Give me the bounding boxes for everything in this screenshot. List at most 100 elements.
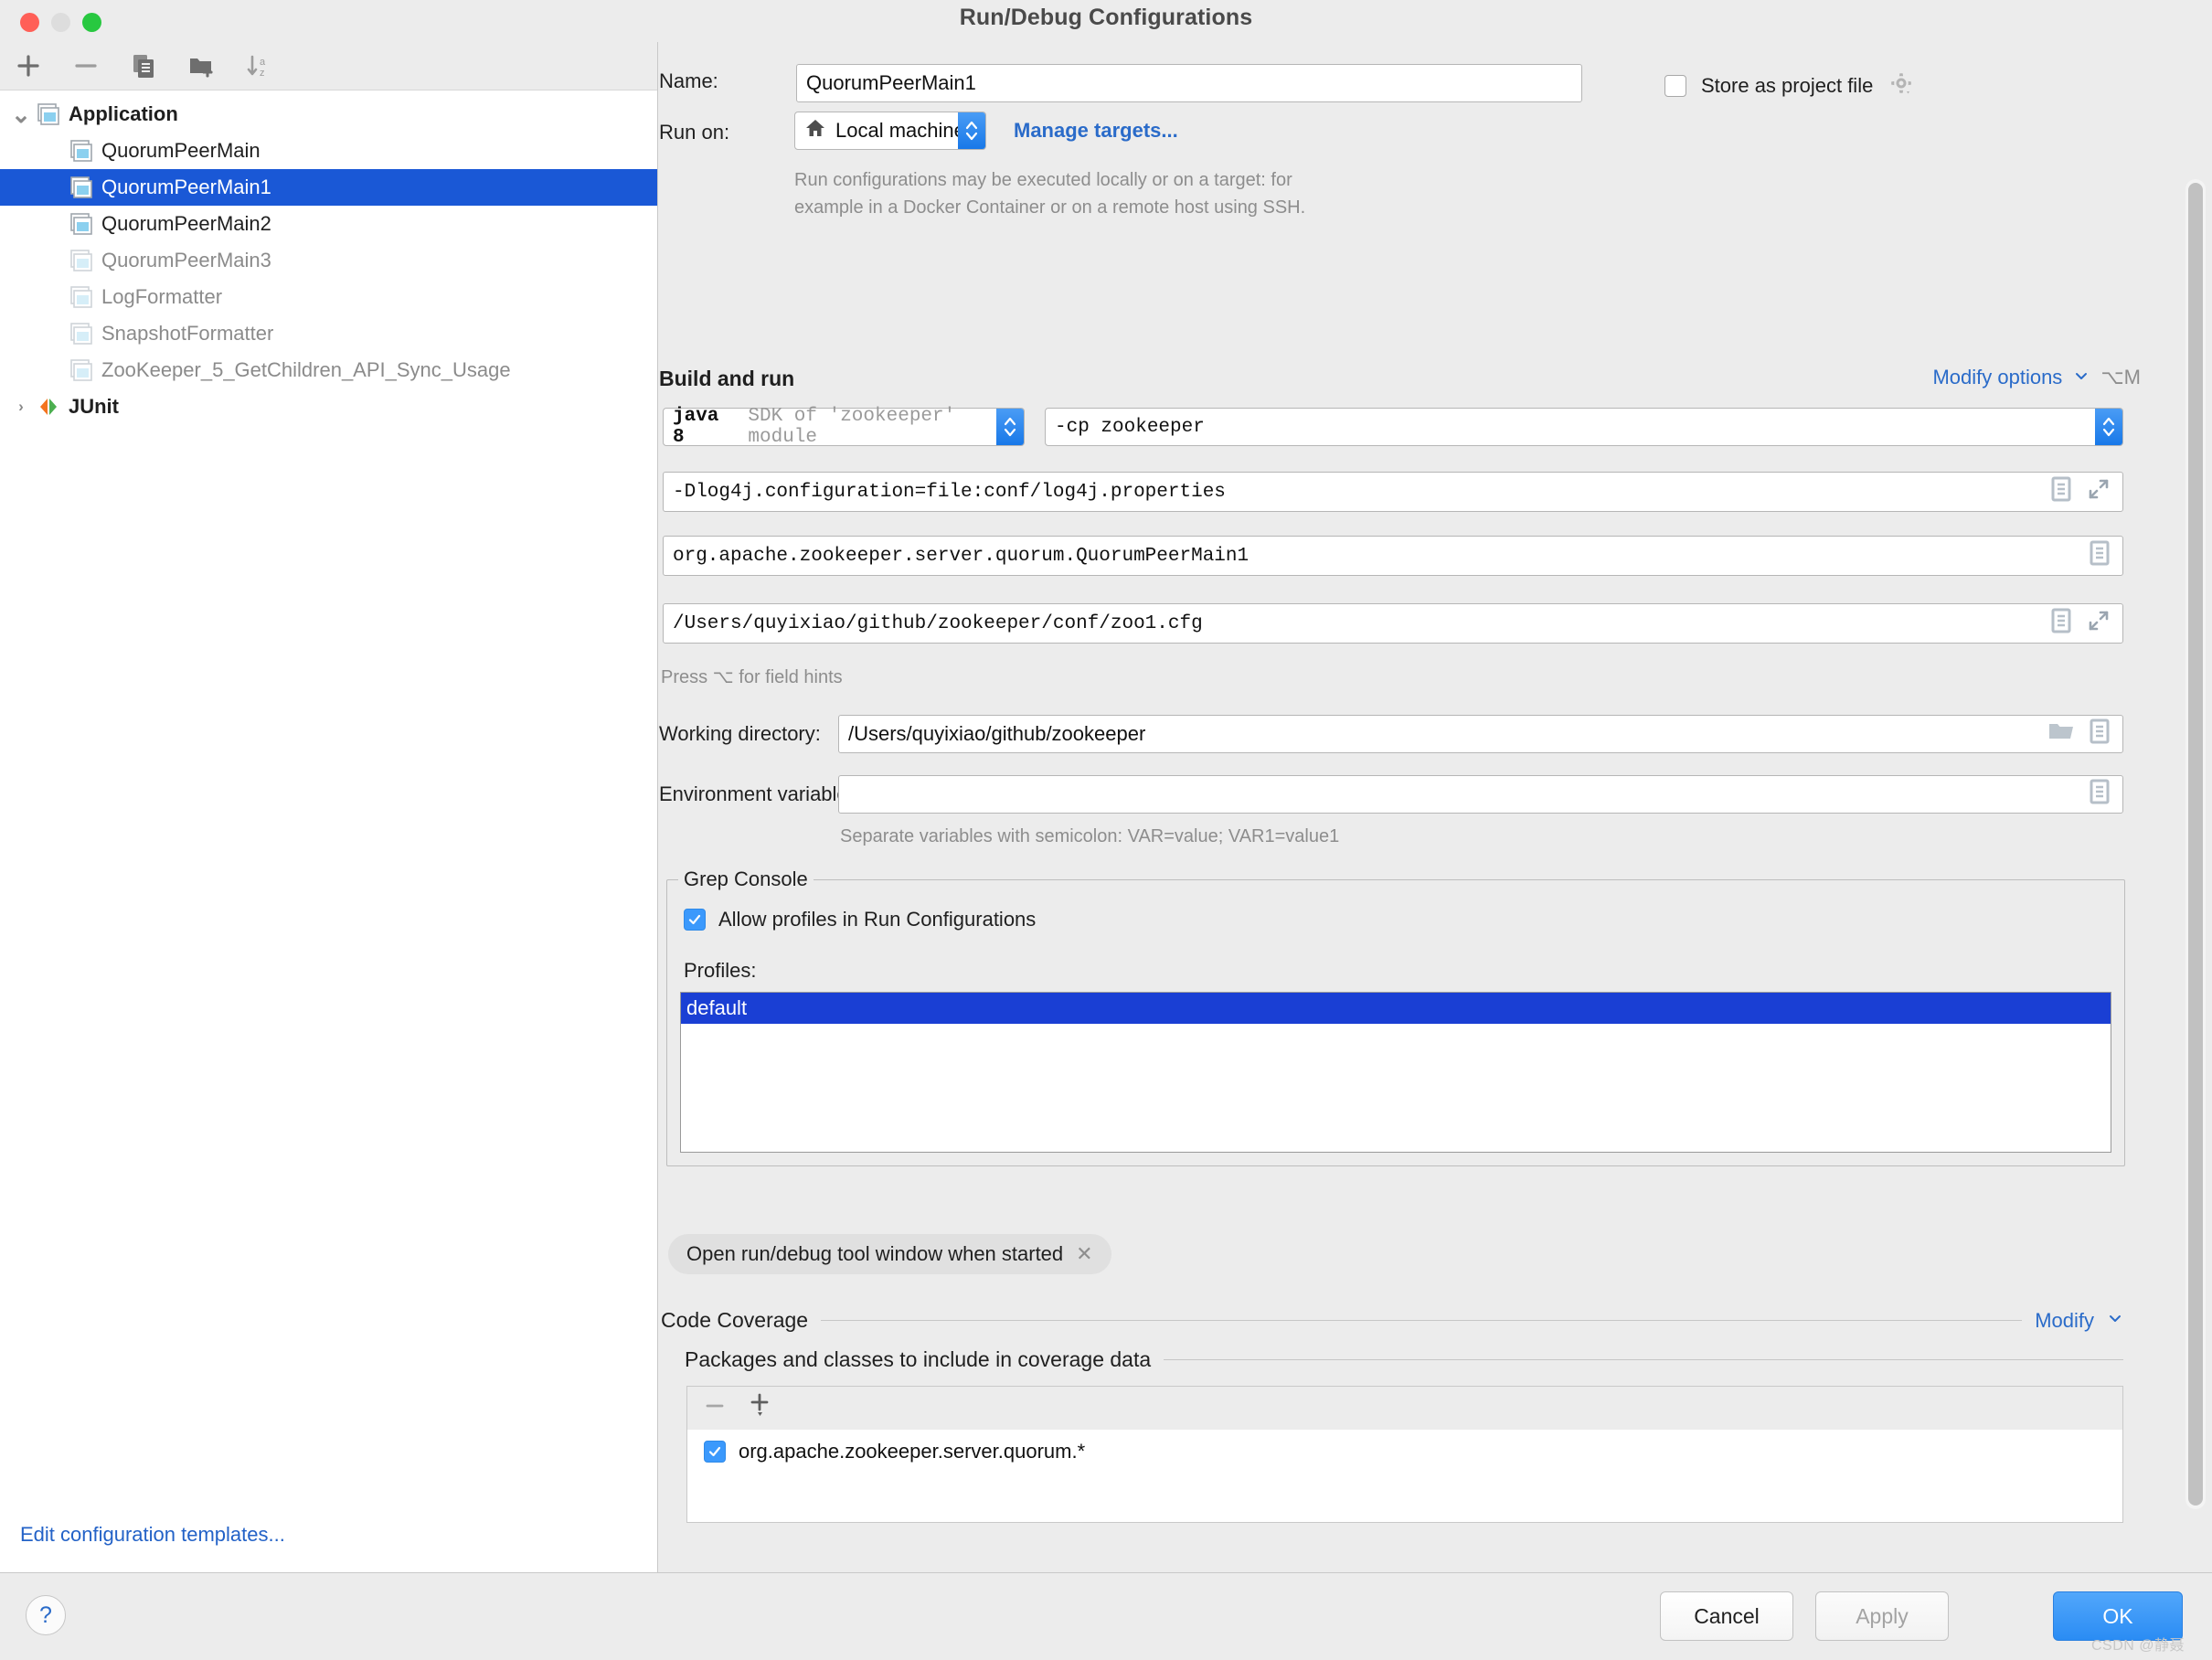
close-icon[interactable]: ✕ <box>1076 1242 1092 1266</box>
macro-list-icon[interactable] <box>2049 475 2073 509</box>
main-class-input[interactable]: org.apache.zookeeper.server.quorum.Quoru… <box>663 536 2123 576</box>
cancel-button[interactable]: Cancel <box>1660 1591 1793 1641</box>
remove-package-button[interactable] <box>702 1393 728 1423</box>
coverage-package-label: org.apache.zookeeper.server.quorum.* <box>739 1440 1086 1463</box>
run-on-label: Run on: <box>659 121 730 144</box>
folder-browse-icon[interactable] <box>2047 719 2075 749</box>
tree-item-label: QuorumPeerMain3 <box>101 249 271 271</box>
help-button[interactable]: ? <box>26 1595 66 1635</box>
code-coverage-modify-link[interactable]: Modify <box>2035 1309 2094 1333</box>
working-directory-input[interactable]: /Users/quyixiao/github/zookeeper <box>838 715 2123 753</box>
add-configuration-button[interactable] <box>12 49 45 82</box>
field-hints-note: Press ⌥ for field hints <box>661 667 843 687</box>
allow-profiles-label: Allow profiles in Run Configurations <box>718 908 1037 931</box>
profiles-list[interactable]: default <box>680 992 2111 1153</box>
dialog-title: Run/Debug Configurations <box>959 5 1253 30</box>
apply-button[interactable]: Apply <box>1815 1591 1949 1641</box>
tree-item-label: QuorumPeerMain1 <box>101 176 271 198</box>
run-on-combobox[interactable]: Local machine <box>794 112 986 150</box>
chevron-down-icon[interactable] <box>2107 1310 2123 1331</box>
vm-options-value: -Dlog4j.configuration=file:conf/log4j.pr… <box>673 481 1226 503</box>
profiles-label: Profiles: <box>684 959 757 982</box>
coverage-package-checkbox[interactable] <box>704 1441 726 1463</box>
macro-list-icon[interactable] <box>2049 607 2073 641</box>
code-coverage-separator-line <box>821 1320 2023 1321</box>
tree-item-label: ZooKeeper_5_GetChildren_API_Sync_Usage <box>101 358 511 381</box>
coverage-packages-list[interactable]: org.apache.zookeeper.server.quorum.* <box>686 1430 2123 1523</box>
expand-editor-icon[interactable] <box>2086 476 2111 508</box>
svg-text:a: a <box>260 57 266 68</box>
main-scrollbar-thumb[interactable] <box>2188 183 2203 1506</box>
configurations-tree[interactable]: ⌄ Application QuorumPeerMain QuorumPeerMain… <box>0 90 657 425</box>
allow-profiles-row: Allow profiles in Run Configurations <box>684 908 1036 931</box>
tree-item[interactable]: SnapshotFormatter <box>0 315 657 352</box>
macro-list-icon[interactable] <box>2088 539 2111 573</box>
sort-alphabetically-button[interactable]: a z <box>242 49 275 82</box>
modify-options-link[interactable]: Modify options <box>1932 366 2062 389</box>
chevron-right-icon[interactable]: › <box>9 398 33 416</box>
macro-list-icon[interactable] <box>2088 718 2111 750</box>
application-icon <box>69 358 93 382</box>
tree-item-label: SnapshotFormatter <box>101 322 274 345</box>
copy-configuration-button[interactable] <box>127 49 160 82</box>
configuration-editor-panel: Name: QuorumPeerMain1 Store as project f… <box>659 42 2212 1572</box>
plus-icon <box>15 52 42 80</box>
add-package-button[interactable] <box>748 1391 775 1425</box>
tree-item[interactable]: QuorumPeerMain <box>0 133 657 169</box>
vm-options-input[interactable]: -Dlog4j.configuration=file:conf/log4j.pr… <box>663 472 2123 512</box>
main-scrollbar-track[interactable] <box>2185 179 2206 1509</box>
profiles-list-item-selected[interactable]: default <box>681 993 2111 1024</box>
run-on-stepper[interactable] <box>958 112 985 149</box>
packages-separator-line <box>1164 1359 2123 1360</box>
expand-editor-icon[interactable] <box>2086 608 2111 640</box>
new-folder-button[interactable] <box>185 49 218 82</box>
tree-item[interactable]: QuorumPeerMain2 <box>0 206 657 242</box>
junit-icon <box>37 395 60 419</box>
application-icon <box>69 322 93 346</box>
vm-options-field-actions <box>2049 475 2111 509</box>
minus-icon <box>72 52 100 80</box>
allow-profiles-checkbox[interactable] <box>684 909 706 931</box>
run-on-value: Local machine <box>835 119 965 142</box>
manage-targets-link[interactable]: Manage targets... <box>1014 119 1178 143</box>
tree-item[interactable]: LogFormatter <box>0 279 657 315</box>
working-directory-label: Working directory: <box>659 722 821 745</box>
application-icon <box>69 176 93 199</box>
gear-icon[interactable] <box>1888 69 1915 101</box>
name-input[interactable]: QuorumPeerMain1 <box>796 64 1582 102</box>
edit-configuration-templates-link[interactable]: Edit configuration templates... <box>20 1523 285 1547</box>
coverage-package-item[interactable]: org.apache.zookeeper.server.quorum.* <box>687 1430 2122 1474</box>
application-icon <box>69 212 93 236</box>
environment-variables-input[interactable] <box>838 775 2123 814</box>
store-as-project-file-checkbox[interactable] <box>1664 74 1686 97</box>
macro-list-icon[interactable] <box>2088 778 2111 811</box>
run-debug-configurations-dialog: Run/Debug Configurations a z ⌄ Applicati… <box>0 0 2212 1660</box>
tree-item[interactable]: ZooKeeper_5_GetChildren_API_Sync_Usage <box>0 352 657 388</box>
jre-combobox[interactable]: java 8 SDK of 'zookeeper' module <box>663 406 1025 448</box>
environment-variables-note: Separate variables with semicolon: VAR=v… <box>840 826 1340 846</box>
tree-item-label: LogFormatter <box>101 285 223 308</box>
open-tool-window-chip[interactable]: Open run/debug tool window when started … <box>668 1234 1111 1274</box>
tree-item[interactable]: QuorumPeerMain1 <box>0 169 657 206</box>
configurations-sidebar: a z ⌄ Application QuorumPeerMain QuorumPeer… <box>0 42 658 1572</box>
tree-item[interactable]: ⌄ Application <box>0 96 657 133</box>
chevron-down-icon[interactable]: ⌄ <box>9 101 33 126</box>
tree-item[interactable]: QuorumPeerMain3 <box>0 242 657 279</box>
main-class-field-actions <box>2088 539 2111 573</box>
code-coverage-title: Code Coverage <box>661 1308 809 1332</box>
tree-item[interactable]: › JUnit <box>0 388 657 425</box>
modify-options-group: Modify options ⌥M <box>1932 366 2141 389</box>
copy-icon <box>130 52 157 80</box>
sidebar-toolbar: a z <box>0 42 657 90</box>
jre-value-gray: SDK of 'zookeeper' module <box>748 406 956 448</box>
environment-variables-label: Environment variables: <box>659 782 864 805</box>
name-label: Name: <box>659 69 718 92</box>
svg-text:z: z <box>260 68 265 79</box>
program-arguments-input[interactable]: /Users/quyixiao/github/zookeeper/conf/zo… <box>663 603 2123 644</box>
remove-configuration-button[interactable] <box>69 49 102 82</box>
chevron-down-icon[interactable] <box>2073 367 2090 388</box>
dialog-footer: ? Cancel Apply OK CSDN @静聂 <box>0 1572 2212 1660</box>
classpath-combobox[interactable]: -cp zookeeper <box>1045 408 2123 446</box>
classpath-stepper[interactable] <box>2095 409 2122 445</box>
jre-stepper[interactable] <box>996 409 1024 445</box>
